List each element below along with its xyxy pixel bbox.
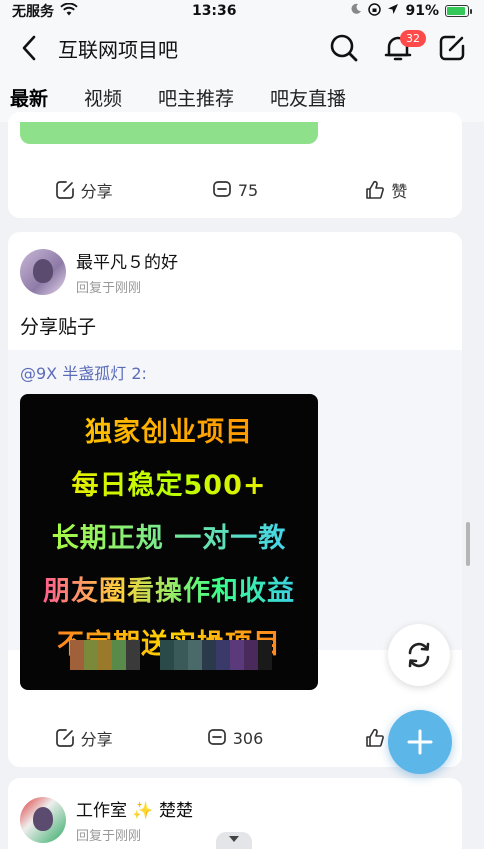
- reply-time: 回复于刚刚: [76, 281, 142, 296]
- comment-button[interactable]: 75: [159, 180, 310, 200]
- pixelated-text-1: [70, 640, 140, 670]
- notification-button[interactable]: 32: [380, 30, 426, 66]
- location-arrow-icon: [387, 3, 399, 19]
- quoted-post[interactable]: @9X 半盏孤灯 2: 独家创业项目 每日稳定500+ 长期正规 一对一教 朋友…: [8, 350, 462, 690]
- wifi-icon: [60, 2, 78, 20]
- share-button[interactable]: 分享: [8, 178, 159, 202]
- refresh-icon: [408, 642, 430, 668]
- avatar[interactable]: [20, 249, 66, 295]
- compose-button[interactable]: [434, 30, 470, 66]
- clock: 13:36: [191, 3, 237, 19]
- plus-icon: [407, 729, 433, 755]
- moon-icon: [350, 3, 362, 19]
- new-post-button[interactable]: [388, 710, 452, 774]
- comment-icon: [212, 181, 231, 197]
- notification-badge: 32: [400, 30, 426, 47]
- ad-image[interactable]: 独家创业项目 每日稳定500+ 长期正规 一对一教 朋友圈看操作和收益 不定期送…: [20, 394, 318, 690]
- avatar[interactable]: [20, 797, 66, 843]
- mention-link[interactable]: @9X 半盏孤灯 2:: [20, 360, 147, 384]
- username: 工作室 ✨ 楚楚: [76, 796, 193, 821]
- like-label: 赞: [391, 182, 408, 201]
- search-icon: [330, 34, 358, 62]
- pixelated-text-2: [160, 640, 272, 670]
- post-actions: 分享 75 赞: [8, 170, 462, 210]
- thumbs-up-icon: [366, 728, 385, 747]
- post-card-1[interactable]: 分享 75 赞: [8, 112, 462, 218]
- collapse-handle[interactable]: [216, 832, 252, 849]
- username: 最平凡５的好: [76, 253, 178, 273]
- share-label: 分享: [80, 182, 113, 201]
- caret-down-icon: [229, 836, 239, 842]
- scrollbar[interactable]: [466, 522, 470, 566]
- battery-percent: 91%: [405, 3, 439, 19]
- battery-icon: [445, 5, 472, 17]
- post-author[interactable]: 最平凡５的好 回复于刚刚: [20, 248, 178, 296]
- chevron-left-icon: [22, 35, 36, 61]
- like-button[interactable]: 赞: [311, 178, 462, 202]
- post-author[interactable]: 工作室 ✨ 楚楚 回复于刚刚: [20, 796, 193, 844]
- ad-line-1: 独家创业项目: [20, 410, 318, 449]
- share-icon: [55, 729, 74, 747]
- status-bar: 无服务 13:36 91%: [0, 0, 484, 22]
- header-bar: 互联网项目吧 32: [0, 22, 484, 74]
- share-label: 分享: [80, 730, 113, 749]
- ad-line-3: 长期正规 一对一教: [20, 516, 318, 555]
- back-button[interactable]: [14, 33, 44, 63]
- comment-count: 306: [232, 728, 264, 748]
- share-icon: [55, 181, 74, 199]
- post-text: 分享贴子: [20, 316, 97, 338]
- refresh-button[interactable]: [388, 624, 450, 686]
- ad-line-2: 每日稳定500+: [20, 463, 318, 502]
- username-part-1: 工作室: [76, 801, 127, 821]
- comment-button[interactable]: 306: [159, 728, 310, 748]
- comment-icon: [207, 729, 226, 745]
- edit-icon: [439, 35, 465, 61]
- comment-count: 75: [237, 180, 259, 200]
- carrier-label: 无服务: [12, 4, 54, 20]
- search-button[interactable]: [326, 30, 362, 66]
- thumbs-up-icon: [366, 180, 385, 199]
- ad-line-4: 朋友圈看操作和收益: [20, 569, 318, 608]
- post-card-2[interactable]: 最平凡５的好 回复于刚刚 分享贴子 @9X 半盏孤灯 2: 独家创业项目 每日稳…: [8, 232, 462, 767]
- page-title: 互联网项目吧: [58, 37, 178, 62]
- reply-time: 回复于刚刚: [76, 829, 142, 844]
- share-button[interactable]: 分享: [8, 726, 159, 750]
- sparkle-star-icon: ✨: [132, 801, 154, 821]
- post-media-preview: [20, 122, 318, 144]
- username-part-2: 楚楚: [158, 801, 193, 821]
- lock-rotation-icon: [368, 2, 382, 20]
